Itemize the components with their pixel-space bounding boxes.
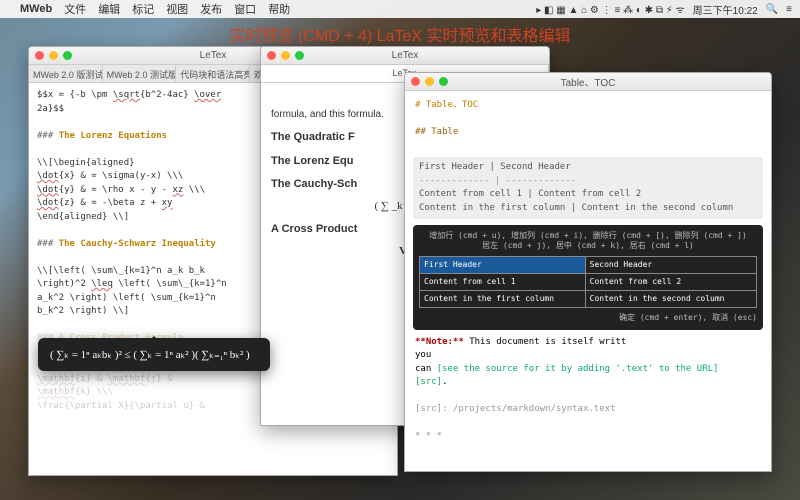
close-icon[interactable] [35, 51, 44, 60]
zoom-icon[interactable] [295, 51, 304, 60]
minimize-icon[interactable] [425, 77, 434, 86]
markdown-table-source: First Header | Second Header -----------… [413, 157, 763, 219]
cell[interactable]: Content in the second column [585, 290, 756, 307]
tab[interactable]: MWeb 2.0 版测试 Bug 及… [29, 65, 103, 82]
menu-publish[interactable]: 发布 [200, 1, 222, 17]
text: can [see the source for it by adding '.t… [415, 363, 761, 377]
close-icon[interactable] [411, 77, 420, 86]
menu-mark[interactable]: 标记 [132, 1, 154, 17]
window-title: LeTex [200, 50, 227, 61]
menu-extra-icon[interactable]: ≡ [786, 4, 792, 15]
titlebar-preview[interactable]: LeTex [261, 47, 549, 65]
clock[interactable]: 周三下午10:22 [693, 2, 758, 17]
zoom-icon[interactable] [63, 51, 72, 60]
cell-selected[interactable]: First Header [420, 256, 586, 273]
table-help-footer: 确定 (cmd + enter), 取消 (esc) [419, 312, 757, 324]
h1: Table、TOC [426, 100, 478, 110]
note-line: **Note:** This document is itself writt [415, 336, 761, 350]
app-name[interactable]: MWeb [20, 3, 52, 15]
tab[interactable]: MWeb 2.0 测试版更新汇总 [103, 65, 177, 82]
minimize-icon[interactable] [49, 51, 58, 60]
formula-rendered: ( ∑ₖ = 1ⁿ aₖbₖ )² ≤ ( ∑ₖ = 1ⁿ aₖ² )( ∑ₖ₌… [50, 349, 250, 361]
formula-tooltip: ( ∑ₖ = 1ⁿ aₖbₖ )² ≤ ( ∑ₖ = 1ⁿ aₖ² )( ∑ₖ₌… [38, 338, 270, 371]
cell[interactable]: Content from cell 2 [585, 273, 756, 290]
h2: Table [431, 127, 458, 137]
menu-edit[interactable]: 编辑 [98, 1, 120, 17]
search-icon[interactable]: 🔍 [766, 4, 778, 15]
table-help: 增加行 (cmd + u), 增加列 (cmd + i), 删除行 (cmd +… [419, 231, 757, 252]
status-icons[interactable]: ▸ ◧ ▦ ▲ ⌂ ⚙ ⋮ ≡ ⁂ ◐ ✱ ⧉ ⚡︎ ᯤ [536, 2, 684, 16]
titlebar-table[interactable]: Table、TOC [405, 73, 771, 91]
table-edit-popup: 增加行 (cmd + u), 增加列 (cmd + i), 删除行 (cmd +… [413, 225, 763, 330]
ref: [src]: /projects/markdown/syntax.text [415, 403, 761, 417]
tab[interactable]: 代码块和语法高亮预览 [176, 65, 250, 82]
hr: * * * [415, 430, 761, 444]
menu-view[interactable]: 视图 [166, 1, 188, 17]
menu-file[interactable]: 文件 [64, 1, 86, 17]
cell[interactable]: Content in the first column [420, 290, 586, 307]
zoom-icon[interactable] [439, 77, 448, 86]
headline: 实时预览 (CMD + 4) LaTeX 实时预览和表格编辑 [0, 22, 800, 46]
text: you [415, 349, 761, 363]
link[interactable]: [see the source for it by adding '.text'… [437, 364, 719, 374]
close-icon[interactable] [267, 51, 276, 60]
window-title: LeTex [392, 50, 419, 61]
menu-help[interactable]: 帮助 [268, 1, 290, 17]
minimize-icon[interactable] [281, 51, 290, 60]
table-editor[interactable]: First HeaderSecond Header Content from c… [419, 256, 757, 308]
window-title: Table、TOC [561, 74, 616, 89]
window-table: Table、TOC # Table、TOC ## Table First Hea… [404, 72, 772, 472]
cell[interactable]: Second Header [585, 256, 756, 273]
menubar: MWeb 文件 编辑 标记 视图 发布 窗口 帮助 ▸ ◧ ▦ ▲ ⌂ ⚙ ⋮ … [0, 0, 800, 18]
menu-window[interactable]: 窗口 [234, 1, 256, 17]
table-body[interactable]: # Table、TOC ## Table First Header | Seco… [405, 91, 771, 471]
cell[interactable]: Content from cell 1 [420, 273, 586, 290]
text: [src]. [415, 376, 761, 390]
